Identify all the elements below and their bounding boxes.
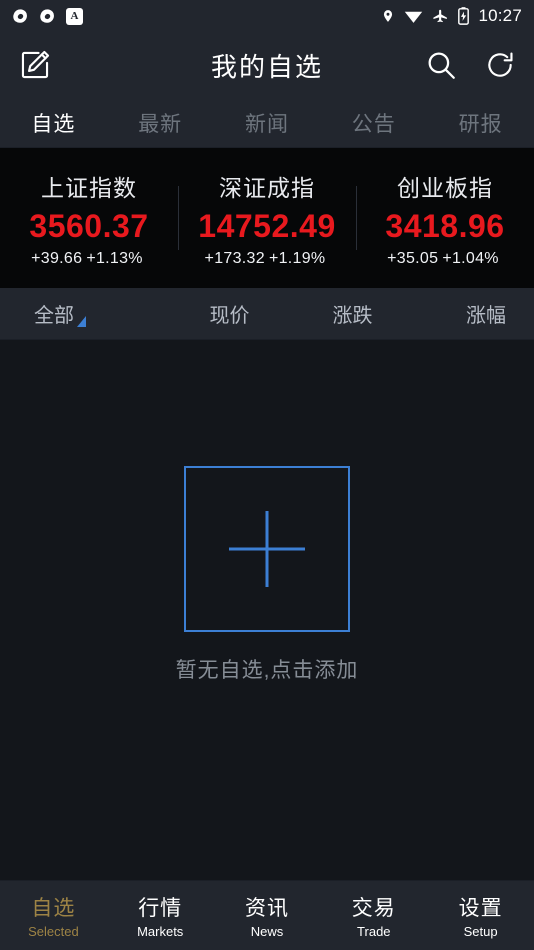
filter-dropdown-all[interactable]: 全部	[0, 299, 168, 328]
nav-label-en: Setup	[463, 924, 498, 939]
index-name: 深证成指	[219, 174, 315, 201]
header-actions	[424, 48, 516, 82]
index-change-row: +173.32 +1.19%	[205, 250, 330, 268]
plus-box-icon[interactable]	[184, 466, 350, 632]
index-name: 上证指数	[41, 174, 137, 201]
battery-charging-icon	[458, 7, 470, 25]
nav-label-en: Selected	[28, 924, 79, 939]
bottom-navigation: 自选 Selected 行情 Markets 资讯 News 交易 Trade …	[0, 880, 534, 950]
app-header: 我的自选	[0, 32, 534, 98]
search-icon[interactable]	[424, 48, 458, 82]
status-bar-clock: 10:27	[478, 6, 522, 25]
index-value: 3418.96	[385, 207, 505, 244]
location-pin-icon	[381, 7, 395, 25]
index-change: +35.05	[387, 249, 439, 267]
nav-item-trade[interactable]: 交易 Trade	[320, 892, 427, 939]
filter-label: 全部	[34, 305, 74, 327]
tab-yanbao[interactable]: 研报	[427, 108, 534, 138]
nav-label-en: News	[250, 924, 284, 939]
chevron-down-icon	[77, 316, 86, 327]
index-percent: +1.13%	[86, 249, 143, 267]
tab-gonggao[interactable]: 公告	[320, 108, 427, 138]
index-card-shenzhen[interactable]: 深证成指 14752.49 +173.32 +1.19%	[178, 169, 356, 268]
nav-label-cn: 资讯	[244, 897, 289, 920]
watchlist-content: 暂无自选,点击添加	[0, 340, 534, 880]
index-change: +39.66	[31, 249, 83, 267]
tab-zixuan[interactable]: 自选	[0, 108, 107, 138]
status-bar-left: A	[12, 7, 83, 25]
nav-label-en: Trade	[357, 924, 391, 939]
sync-icon-1	[12, 8, 29, 25]
wifi-icon	[404, 9, 423, 24]
nav-label-cn: 行情	[138, 897, 183, 920]
index-value: 3560.37	[29, 207, 149, 244]
empty-state-message: 暂无自选,点击添加	[175, 659, 359, 682]
airplane-mode-icon	[432, 8, 449, 25]
index-percent: +1.19%	[268, 249, 326, 267]
column-header-price[interactable]: 现价	[168, 299, 291, 328]
column-header-change[interactable]: 涨跌	[291, 299, 414, 328]
list-column-headers: 全部 现价 涨跌 涨幅	[0, 288, 534, 340]
index-value: 14752.49	[198, 207, 336, 244]
sync-icon-2	[39, 8, 56, 25]
tab-zuixin[interactable]: 最新	[107, 108, 214, 138]
app-badge-icon: A	[66, 7, 83, 25]
nav-item-markets[interactable]: 行情 Markets	[107, 892, 214, 939]
nav-label-en: Markets	[137, 924, 184, 939]
index-percent: +1.04%	[442, 249, 499, 267]
tab-xinwen[interactable]: 新闻	[214, 108, 321, 138]
nav-item-news[interactable]: 资讯 News	[214, 892, 321, 939]
status-bar: A 10:27	[0, 0, 534, 32]
edit-icon[interactable]	[18, 48, 52, 82]
status-bar-right: 10:27	[381, 6, 522, 26]
nav-label-cn: 交易	[351, 897, 396, 920]
index-change: +173.32	[204, 249, 265, 267]
category-tabs: 自选 最新 新闻 公告 研报	[0, 98, 534, 148]
index-card-chinext[interactable]: 创业板指 3418.96 +35.05 +1.04%	[356, 169, 534, 268]
nav-label-cn: 自选	[31, 897, 76, 920]
index-change-row: +35.05 +1.04%	[387, 250, 503, 268]
column-header-percent[interactable]: 涨幅	[414, 299, 534, 328]
nav-item-setup[interactable]: 设置 Setup	[427, 892, 534, 939]
nav-item-selected[interactable]: 自选 Selected	[0, 892, 107, 939]
index-card-shanghai[interactable]: 上证指数 3560.37 +39.66 +1.13%	[0, 169, 178, 268]
index-name: 创业板指	[397, 174, 493, 201]
index-change-row: +39.66 +1.13%	[31, 250, 147, 268]
refresh-icon[interactable]	[484, 49, 516, 81]
nav-label-cn: 设置	[458, 897, 503, 920]
market-index-strip: 上证指数 3560.37 +39.66 +1.13% 深证成指 14752.49 …	[0, 148, 534, 288]
